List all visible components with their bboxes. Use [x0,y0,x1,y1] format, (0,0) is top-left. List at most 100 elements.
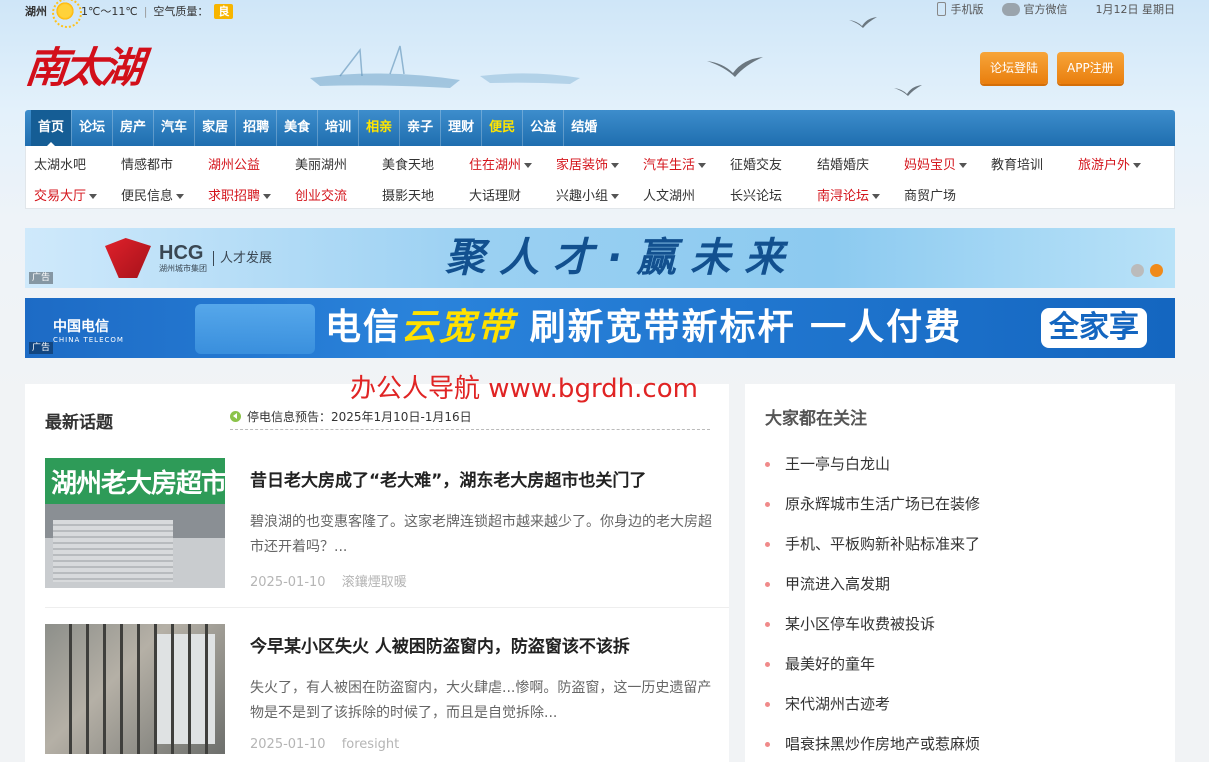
sub-nav-item[interactable]: 家居装饰 [556,154,643,173]
trending-item[interactable]: 最美好的童年 [765,644,980,684]
nav-item-charity[interactable]: 公益 [522,110,563,146]
banner-badge: 全家享 [1041,308,1147,348]
article-meta: 2025-01-10 foresight [250,737,399,752]
watermark-text: 办公人导航 www.bgrdh.com [350,374,698,404]
article-item: 湖州老大房超市 昔日老大房成了“老大难”，湖东老大房超市也关门了 碧浪湖的也变惠… [45,458,729,608]
carousel-dots [1131,264,1163,277]
section-title: 最新话题 [45,413,113,433]
hcg-side-text: 人才发展 [213,250,272,266]
trending-item[interactable]: 宋代湖州古迹考 [765,684,980,724]
trending-item[interactable]: 某小区停车收费被投诉 [765,604,980,644]
article-meta: 2025-01-10 滚鑲煙取暖 [250,571,407,590]
sub-nav-item[interactable]: 太湖水吧 [34,154,121,173]
nav-item-house[interactable]: 房产 [112,110,153,146]
trending-item[interactable]: 唱衰抹黑炒作房地产或惹麻烦 [765,724,980,762]
trending-list: 王一亭与白龙山 原永辉城市生活广场已在装修 手机、平板购新补贴标准来了 甲流进入… [765,444,980,762]
section-title: 大家都在关注 [765,409,867,429]
nav-item-wedding[interactable]: 结婚 [563,110,604,146]
sub-nav-item[interactable]: 人文湖州 [643,185,730,204]
notice-text: 停电信息预告：2025年1月10日-1月16日 [247,410,472,424]
wechat-icon [1001,2,1020,16]
carousel-dot-active[interactable] [1150,264,1163,277]
wechat-link[interactable]: 官方微信 [1024,1,1068,17]
sub-nav-item[interactable]: 结婚婚庆 [817,154,904,173]
sub-nav-item[interactable]: 教育培训 [991,154,1078,173]
hcg-brand: HCG 湖州城市集团 人才发展 [105,236,275,280]
sub-nav-item[interactable]: 南浔论坛 [817,185,904,204]
sub-nav-item[interactable]: 美食天地 [382,154,469,173]
banner-slogan: 电信云宽带 刷新宽带新标杆 一人付费 [325,307,963,348]
seagull-icon [894,85,922,96]
chevron-down-icon [89,193,98,199]
chevron-down-icon [872,193,881,199]
sub-nav-item[interactable]: 求职招聘 [208,185,295,204]
sub-nav-item[interactable]: 妈妈宝贝 [904,154,991,173]
article-author[interactable]: 滚鑲煙取暖 [342,575,407,590]
nav-item-parenting[interactable]: 亲子 [399,110,440,146]
nav-item-finance[interactable]: 理财 [440,110,481,146]
sub-nav-row: 交易大厅 便民信息 求职招聘 创业交流 摄影天地 大话理财 兴趣小组 人文湖州 … [26,180,1174,208]
sub-nav-item[interactable]: 大话理财 [469,185,556,204]
power-outage-notice[interactable]: 停电信息预告：2025年1月10日-1月16日 [230,404,710,430]
store-sign-text: 湖州老大房超市 [51,469,225,499]
banner-slogan: 聚人才·赢未来 [445,235,799,281]
sub-nav-item[interactable]: 便民信息 [121,185,208,204]
sub-nav-item[interactable]: 征婚交友 [730,154,817,173]
ad-tag: 广告 [29,272,54,284]
trending-item[interactable]: 甲流进入高发期 [765,564,980,604]
china-telecom-logo: 中国电信 CHINA TELECOM [53,319,124,344]
nav-item-food[interactable]: 美食 [276,110,317,146]
chevron-down-icon [698,162,707,168]
trending-item[interactable]: 手机、平板购新补贴标准来了 [765,524,980,564]
chevron-down-icon [611,162,620,168]
current-date: 1月12日 星期日 [1095,3,1176,16]
chevron-down-icon [263,193,272,199]
hcg-logo-icon [105,238,151,278]
mobile-version-link[interactable]: 手机版 [951,1,984,17]
hcg-talent-ad-banner[interactable]: HCG 湖州城市集团 人才发展 聚人才·赢未来 广告 [25,228,1175,288]
nav-item-training[interactable]: 培训 [317,110,358,146]
sub-nav-item[interactable]: 住在湖州 [469,154,556,173]
article-title-link[interactable]: 今早某小区失火 人被困防盗窗内，防盗窗该不该拆 [250,637,630,657]
app-register-button[interactable]: APP注册 [1057,52,1124,84]
top-links: 手机版 官方微信 1月12日 星期日 [936,0,1176,18]
nav-item-jobs[interactable]: 招聘 [235,110,276,146]
sub-nav-item[interactable]: 美丽湖州 [295,154,382,173]
sub-nav-item[interactable]: 交易大厅 [34,185,121,204]
nav-item-forum[interactable]: 论坛 [71,110,112,146]
trending-item[interactable]: 王一亭与白龙山 [765,444,980,484]
sub-nav-item[interactable]: 商贸广场 [904,185,991,204]
sub-nav-item[interactable]: 创业交流 [295,185,382,204]
sub-nav-item[interactable]: 摄影天地 [382,185,469,204]
nav-item-home[interactable]: 首页 [31,110,72,146]
article-thumbnail[interactable]: 湖州老大房超市 [45,458,225,588]
chevron-down-icon [1133,162,1142,168]
nav-item-car[interactable]: 汽车 [153,110,194,146]
divider: | [143,4,148,18]
sub-nav-item[interactable]: 长兴论坛 [730,185,817,204]
sub-nav-item[interactable]: 湖州公益 [208,154,295,173]
forum-sub-nav: 太湖水吧 情感都市 湖州公益 美丽湖州 美食天地 住在湖州 家居装饰 汽车生活 … [25,146,1175,209]
forum-login-button[interactable]: 论坛登陆 [980,52,1049,84]
nav-item-home-decor[interactable]: 家居 [194,110,235,146]
sub-nav-item[interactable]: 旅游户外 [1078,154,1165,173]
sub-nav-item[interactable]: 情感都市 [121,154,208,173]
site-logo[interactable]: 南太湖 [23,34,143,95]
speaker-icon [230,411,241,422]
trending-item[interactable]: 原永辉城市生活广场已在装修 [765,484,980,524]
temperature: 1℃～11℃ [81,5,138,18]
sunny-weather-icon [52,0,82,28]
sub-nav-item[interactable]: 汽车生活 [643,154,730,173]
article-author[interactable]: foresight [342,737,400,752]
ad-illustration [195,304,315,354]
telecom-broadband-ad-banner[interactable]: 中国电信 CHINA TELECOM 电信云宽带 刷新宽带新标杆 一人付费 全家… [25,298,1175,358]
carousel-dot[interactable] [1131,264,1144,277]
hcg-brand-sub: 湖州城市集团 [159,263,207,273]
article-title-link[interactable]: 昔日老大房成了“老大难”，湖东老大房超市也关门了 [250,471,646,491]
trending-panel: 大家都在关注 王一亭与白龙山 原永辉城市生活广场已在装修 手机、平板购新补贴标准… [745,384,1175,762]
nav-item-convenience[interactable]: 便民 [481,110,522,146]
chevron-down-icon [176,193,185,199]
sub-nav-item[interactable]: 兴趣小组 [556,185,643,204]
article-thumbnail[interactable] [45,624,225,754]
nav-item-dating[interactable]: 相亲 [358,110,399,146]
